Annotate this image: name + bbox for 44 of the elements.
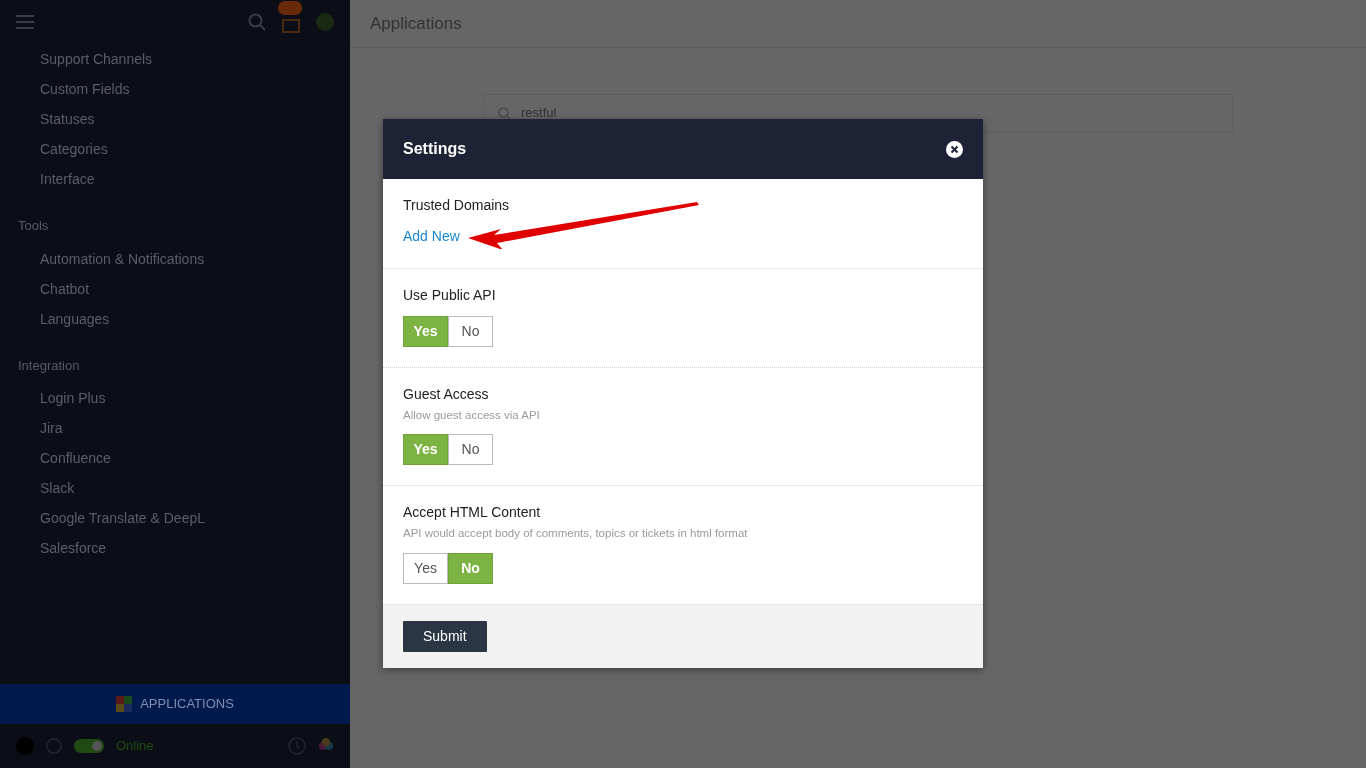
- search-icon: [498, 106, 511, 120]
- status-label: Online: [116, 737, 154, 756]
- toggle-option[interactable]: No: [448, 316, 493, 347]
- setting-label: Trusted Domains: [403, 196, 511, 215]
- sidebar-item[interactable]: Support Channels: [0, 44, 350, 74]
- sidebar-active-item[interactable]: APPLICATIONS: [0, 684, 350, 724]
- menu-icon[interactable]: [16, 15, 34, 29]
- setting-hint: API would accept body of comments, topics or tickets in html format: [403, 526, 749, 542]
- notification-badge: [278, 1, 302, 15]
- avatar-icon[interactable]: [316, 13, 334, 31]
- toggle-option[interactable]: Yes: [403, 316, 448, 347]
- dialog-title: Settings: [403, 139, 467, 159]
- help-icon[interactable]: [46, 738, 62, 754]
- sidebar-item[interactable]: Chatbot: [0, 273, 350, 304]
- sidebar-item[interactable]: Automation & Notifications: [0, 243, 350, 274]
- toggle-option[interactable]: Yes: [403, 434, 448, 466]
- setting-label: Guest Access: [403, 385, 490, 404]
- inbox-icon[interactable]: [282, 19, 300, 33]
- sidebar-item[interactable]: Confluence: [0, 443, 350, 473]
- apps-icon: [116, 696, 133, 712]
- toggle-option[interactable]: Yes: [403, 552, 448, 584]
- setting-label: Accept HTML Content: [403, 503, 542, 523]
- toggle-option[interactable]: No: [448, 552, 493, 584]
- search-icon[interactable]: [248, 13, 266, 31]
- sidebar-item[interactable]: Slack: [0, 473, 350, 503]
- sidebar-item[interactable]: Statuses: [0, 104, 350, 134]
- sidebar-item[interactable]: Languages: [0, 303, 350, 334]
- sidebar-item[interactable]: Jira: [0, 413, 350, 443]
- sidebar-item[interactable]: Categories: [0, 134, 350, 164]
- setting-label: Use Public API: [403, 286, 497, 305]
- setting-hint: Allow guest access via API: [403, 408, 541, 423]
- sidebar-item[interactable]: Interface: [0, 164, 350, 194]
- sidebar-item[interactable]: Custom Fields: [0, 74, 350, 104]
- sidebar-item[interactable]: Google Translate & DeepL: [0, 503, 350, 533]
- clock-icon[interactable]: [288, 737, 306, 755]
- section-heading: Integration: [17, 356, 81, 375]
- online-switch[interactable]: [74, 739, 104, 753]
- toggle-option[interactable]: No: [448, 434, 493, 466]
- sidebar-item[interactable]: Salesforce: [0, 533, 350, 563]
- sidebar-item[interactable]: Login Plus: [0, 383, 350, 413]
- section-heading: Tools: [17, 217, 50, 235]
- add-new-link[interactable]: Add New: [403, 226, 460, 247]
- submit-button[interactable]: Submit: [403, 620, 487, 652]
- close-icon[interactable]: [946, 140, 963, 158]
